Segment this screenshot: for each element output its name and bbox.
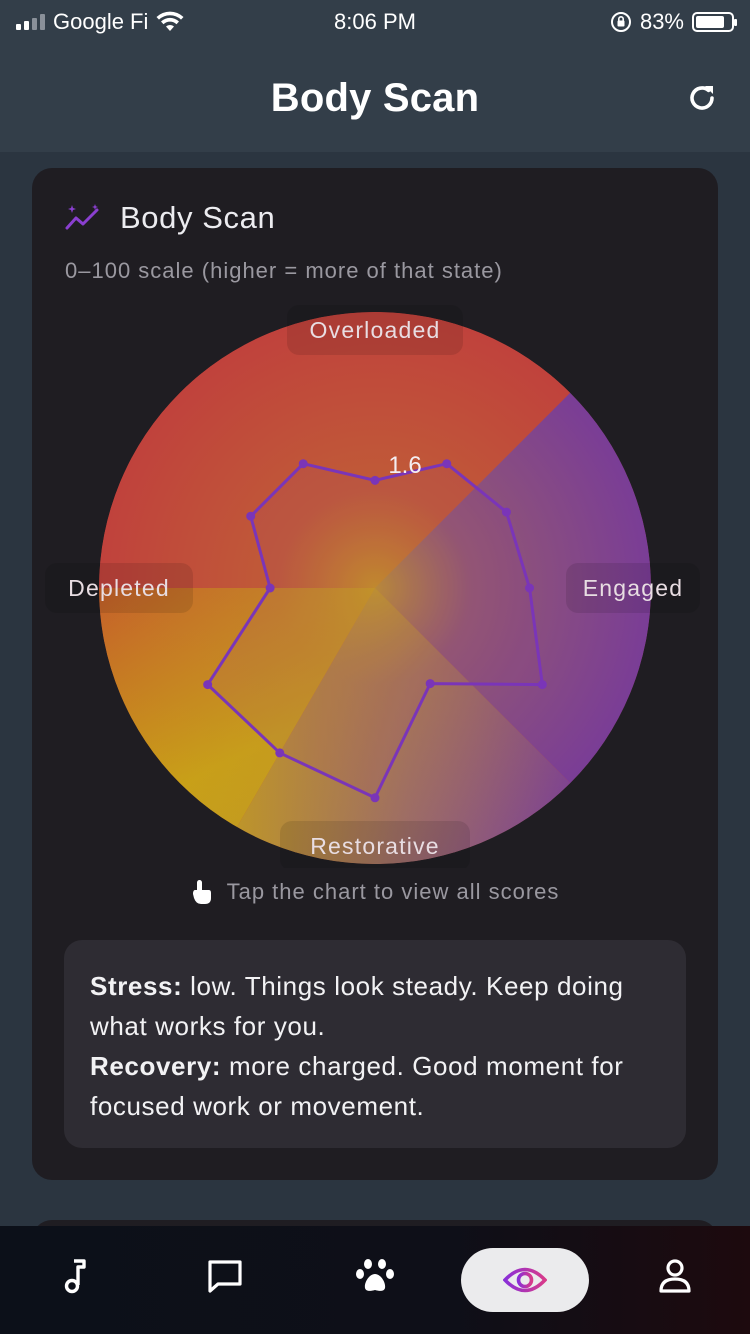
summary-panel: Stress: low. Things look steady. Keep do… <box>64 940 686 1148</box>
label-depleted: Depleted <box>68 575 170 601</box>
carrier-name: Google Fi <box>53 9 149 34</box>
card-header: Body Scan <box>64 200 275 236</box>
app-header: Body Scan <box>0 44 750 152</box>
body-scan-card: Body Scan 0–100 scale (higher = more of … <box>32 168 718 1180</box>
radar-point <box>537 680 547 690</box>
label-overloaded: Overloaded <box>310 317 441 343</box>
radar-point <box>275 748 285 758</box>
stress-label: Stress: <box>90 971 183 1001</box>
tap-hint-text: Tap the chart to view all scores <box>226 879 560 904</box>
radar-point <box>298 459 308 469</box>
radar-point <box>246 511 256 521</box>
orientation-lock-icon <box>610 12 631 32</box>
tab-profile[interactable] <box>645 1246 705 1306</box>
scale-note: 0–100 scale (higher = more of that state… <box>65 258 503 283</box>
label-engaged: Engaged <box>583 575 684 601</box>
page-title: Body Scan <box>270 75 480 120</box>
radar-point <box>425 679 435 689</box>
card-title: Body Scan <box>120 200 276 235</box>
bottom-tab-bar <box>0 1226 750 1334</box>
radar-point <box>265 583 275 593</box>
recovery-label: Recovery: <box>90 1051 222 1081</box>
tab-chat[interactable] <box>195 1246 255 1306</box>
person-icon <box>659 1259 691 1293</box>
label-restorative: Restorative <box>310 833 440 859</box>
refresh-icon[interactable] <box>684 80 720 116</box>
battery-percent: 83% <box>639 9 684 34</box>
paw-icon <box>356 1259 394 1291</box>
status-bar: Google Fi 8:06 PM 83% <box>0 0 750 44</box>
radar-point <box>370 475 380 485</box>
tap-hint: Tap the chart to view all scores <box>32 878 718 906</box>
hand-pointer-icon <box>192 880 211 904</box>
battery-icon <box>692 12 737 32</box>
tab-pets[interactable] <box>345 1246 405 1306</box>
wifi-icon <box>156 11 184 31</box>
sparkle-trend-icon <box>65 204 99 230</box>
radar-point <box>525 583 535 593</box>
eye-icon <box>503 1267 547 1293</box>
radar-point <box>501 507 511 517</box>
radar-point <box>442 459 452 469</box>
tab-music[interactable] <box>45 1246 105 1306</box>
chat-bubble-icon <box>208 1260 242 1293</box>
radar-point <box>203 680 213 690</box>
signal-icon <box>16 14 45 30</box>
body-scan-radar-chart[interactable]: Overloaded Engaged Restorative Depleted 1.6 <box>32 288 718 868</box>
tab-body-scan[interactable] <box>461 1248 589 1312</box>
radar-point <box>370 793 380 803</box>
music-note-icon <box>64 1259 86 1294</box>
radar-value-label: 1.6 <box>388 452 421 479</box>
